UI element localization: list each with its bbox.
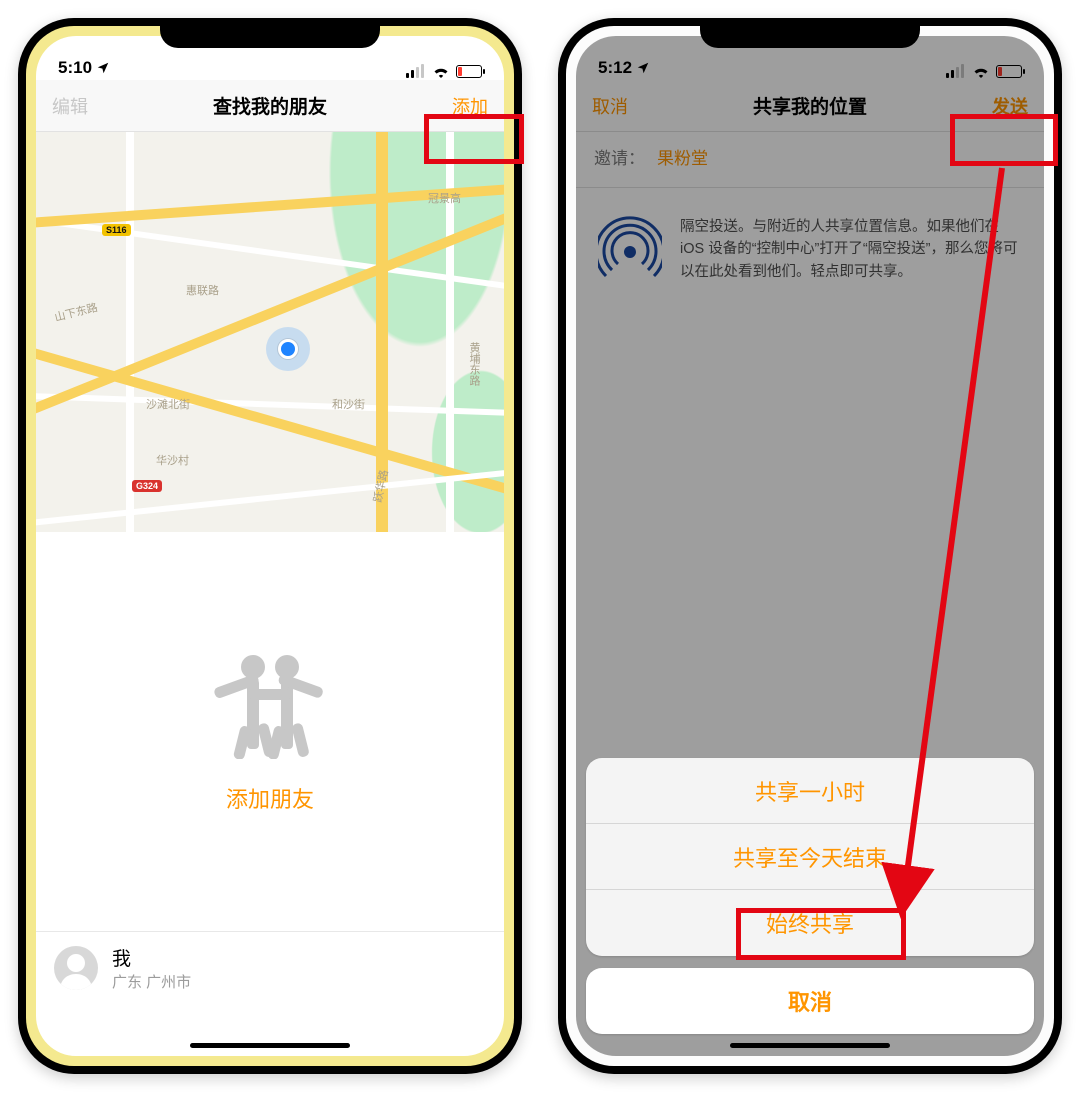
map-label: 惠联路 — [186, 282, 219, 298]
share-until-eod-option[interactable]: 共享至今天结束 — [586, 824, 1034, 890]
left-screen: 5:10 编辑 查找我的朋友 添加 — [36, 36, 504, 1056]
home-indicator[interactable] — [190, 1043, 350, 1048]
road-shield: G324 — [132, 480, 162, 492]
nav-title: 查找我的朋友 — [213, 92, 327, 119]
me-location: 广东 广州市 — [112, 971, 191, 992]
map-view[interactable]: S116 G324 冠景高 惠联路 山下东路 沙滩北街 和沙街 华沙村 跃华路 … — [36, 132, 504, 532]
home-indicator[interactable] — [730, 1043, 890, 1048]
action-sheet: 共享一小时 共享至今天结束 始终共享 取消 — [586, 758, 1034, 1034]
status-time: 5:10 — [58, 58, 92, 78]
add-friend-link[interactable]: 添加朋友 — [226, 782, 314, 814]
empty-friends-area: 添加朋友 — [36, 532, 504, 932]
location-icon — [96, 61, 110, 75]
my-location-dot — [266, 327, 310, 371]
nav-edit-button[interactable]: 编辑 — [52, 93, 88, 119]
map-label: 黄埔东路 — [466, 342, 482, 386]
me-row[interactable]: 我 广东 广州市 — [36, 932, 504, 1032]
me-name: 我 — [112, 944, 191, 971]
map-label: 沙滩北街 — [146, 396, 190, 412]
wifi-icon — [432, 65, 450, 78]
left-phone: 5:10 编辑 查找我的朋友 添加 — [18, 18, 522, 1074]
right-screen: 5:12 取消 共享我的位置 发送 — [576, 36, 1044, 1056]
sheet-cancel-button[interactable]: 取消 — [586, 968, 1034, 1034]
annotation-highlight-share-always — [736, 908, 906, 960]
map-label: 冠景高 — [428, 190, 461, 206]
battery-icon — [456, 65, 482, 78]
annotation-highlight-add — [424, 114, 524, 164]
avatar — [54, 946, 98, 990]
friends-icon — [205, 649, 335, 764]
map-label: 和沙街 — [332, 396, 365, 412]
signal-icon — [406, 64, 426, 78]
road-shield: S116 — [102, 224, 131, 236]
map-label: 华沙村 — [156, 452, 189, 468]
share-one-hour-option[interactable]: 共享一小时 — [586, 758, 1034, 824]
annotation-highlight-send — [950, 114, 1058, 166]
